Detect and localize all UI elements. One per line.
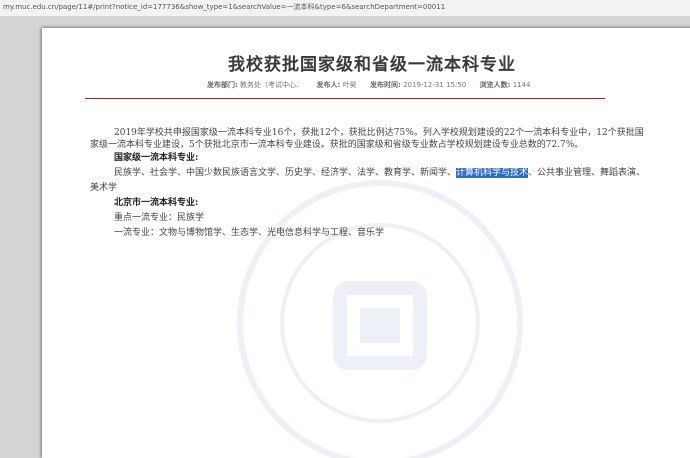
beijing-heading: 北京市一流本科专业:: [114, 198, 199, 208]
dept-label: 发布部门:: [207, 81, 238, 89]
publish-time-label: 发布时间:: [370, 81, 401, 89]
url-text[interactable]: my.muc.edu.cn/page/11#/print?notice_id=1…: [3, 2, 445, 12]
beijing-key-major: 重点一流专业：民族学: [114, 213, 205, 223]
national-major-list: 民族学、社会学、中国少数民族语言文学、历史学、经济学、法学、教育学、新闻学、计算…: [90, 166, 650, 196]
beijing-general-majors: 一流专业：文物与博物馆学、生态学、光电信息科学与工程、音乐学: [114, 228, 385, 238]
publisher-value: 叶昊: [342, 81, 357, 89]
publish-time-value: 2019-12-31 15:50: [403, 81, 467, 89]
address-bar[interactable]: my.muc.edu.cn/page/11#/print?notice_id=1…: [0, 0, 690, 16]
selected-text-highlight[interactable]: 计算机科学与技术: [456, 168, 529, 178]
views-value: 1144: [512, 81, 531, 89]
publisher-label: 发布人:: [316, 81, 341, 89]
views-label: 浏览人数:: [479, 81, 511, 89]
dept-value: 教务处（考试中心、: [240, 81, 304, 89]
national-list-text-1: 民族学、社会学、中国少数民族语言文学、历史学、经济学、法学、教育学、新闻学、: [114, 168, 457, 178]
intro-paragraph: 2019年学校共申报国家级一流本科专业16个，获批12个，获批比例达75%。列入…: [90, 128, 644, 150]
article-body: 2019年学校共申报国家级一流本科专业16个，获批12个，获批比例达75%。列入…: [90, 127, 650, 239]
article-meta: 发布部门: 教务处（考试中心、 发布人: 叶昊 发布时间: 2019-12-31…: [207, 80, 531, 90]
title-divider: [85, 98, 605, 99]
article-title: 我校获批国家级和省级一流本科专业: [228, 55, 516, 75]
national-heading: 国家级一流本科专业:: [114, 153, 199, 163]
print-page: 我校获批国家级和省级一流本科专业 发布部门: 教务处（考试中心、 发布人: 叶昊…: [42, 28, 690, 458]
